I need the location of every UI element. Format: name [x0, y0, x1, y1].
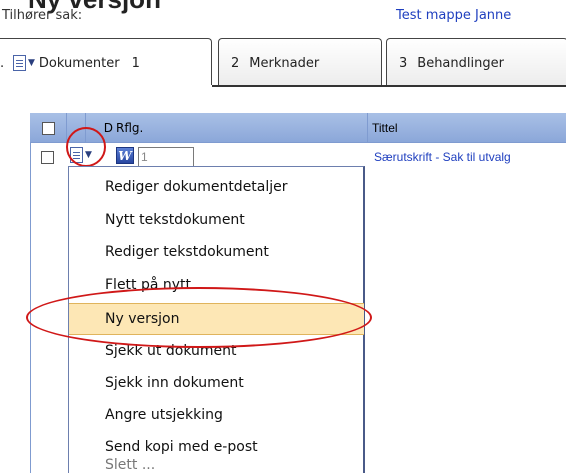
belongs-to-case-label: Tilhører sak:	[2, 8, 83, 23]
highlight-oval	[26, 287, 372, 348]
menu-item-angre-utsjekking[interactable]: Angre utsjekking	[69, 399, 364, 431]
tab-number: 2	[231, 55, 240, 71]
column-header-rflg[interactable]: Rflg.	[116, 113, 368, 143]
tab-label: Dokumenter	[38, 55, 120, 71]
document-icon	[13, 55, 26, 71]
case-link[interactable]: Test mappe Janne	[396, 8, 511, 23]
tab-label: Behandlinger	[417, 55, 504, 71]
word-icon[interactable]: W	[116, 147, 134, 164]
highlight-circle	[66, 127, 106, 167]
tab-dokumenter[interactable]: . ▼ Dokumenter 1	[0, 38, 212, 87]
document-title-link[interactable]: Særutskrift - Sak til utvalg	[374, 150, 511, 164]
row-checkbox[interactable]	[41, 151, 54, 164]
tab-number: 1	[131, 55, 140, 71]
active-tab-gap	[7, 85, 212, 88]
grid-header: D Rflg. Tittel	[30, 113, 566, 143]
tab-merknader[interactable]: 2 Merknader	[218, 38, 382, 87]
tab-label: Merknader	[249, 55, 320, 71]
select-all-checkbox[interactable]	[41, 121, 55, 135]
rflg-input[interactable]	[138, 147, 194, 167]
menu-item-rediger-tekstdokument[interactable]: Rediger tekstdokument	[69, 236, 364, 268]
tab-behandlinger[interactable]: 3 Behandlinger	[386, 38, 566, 87]
chevron-down-icon[interactable]: ▼	[28, 58, 35, 68]
column-header-tittel[interactable]: Tittel	[368, 113, 566, 143]
tab-number: 3	[399, 55, 408, 71]
select-all-cell	[30, 113, 67, 143]
menu-item-nytt-tekstdokument[interactable]: Nytt tekstdokument	[69, 204, 364, 236]
tab-prefix: .	[0, 56, 5, 71]
menu-item-slett[interactable]: Slett ...	[69, 457, 364, 473]
menu-item-rediger-dokumentdetaljer[interactable]: Rediger dokumentdetaljer	[69, 171, 364, 203]
menu-item-sjekk-inn-dokument[interactable]: Sjekk inn dokument	[69, 367, 364, 399]
